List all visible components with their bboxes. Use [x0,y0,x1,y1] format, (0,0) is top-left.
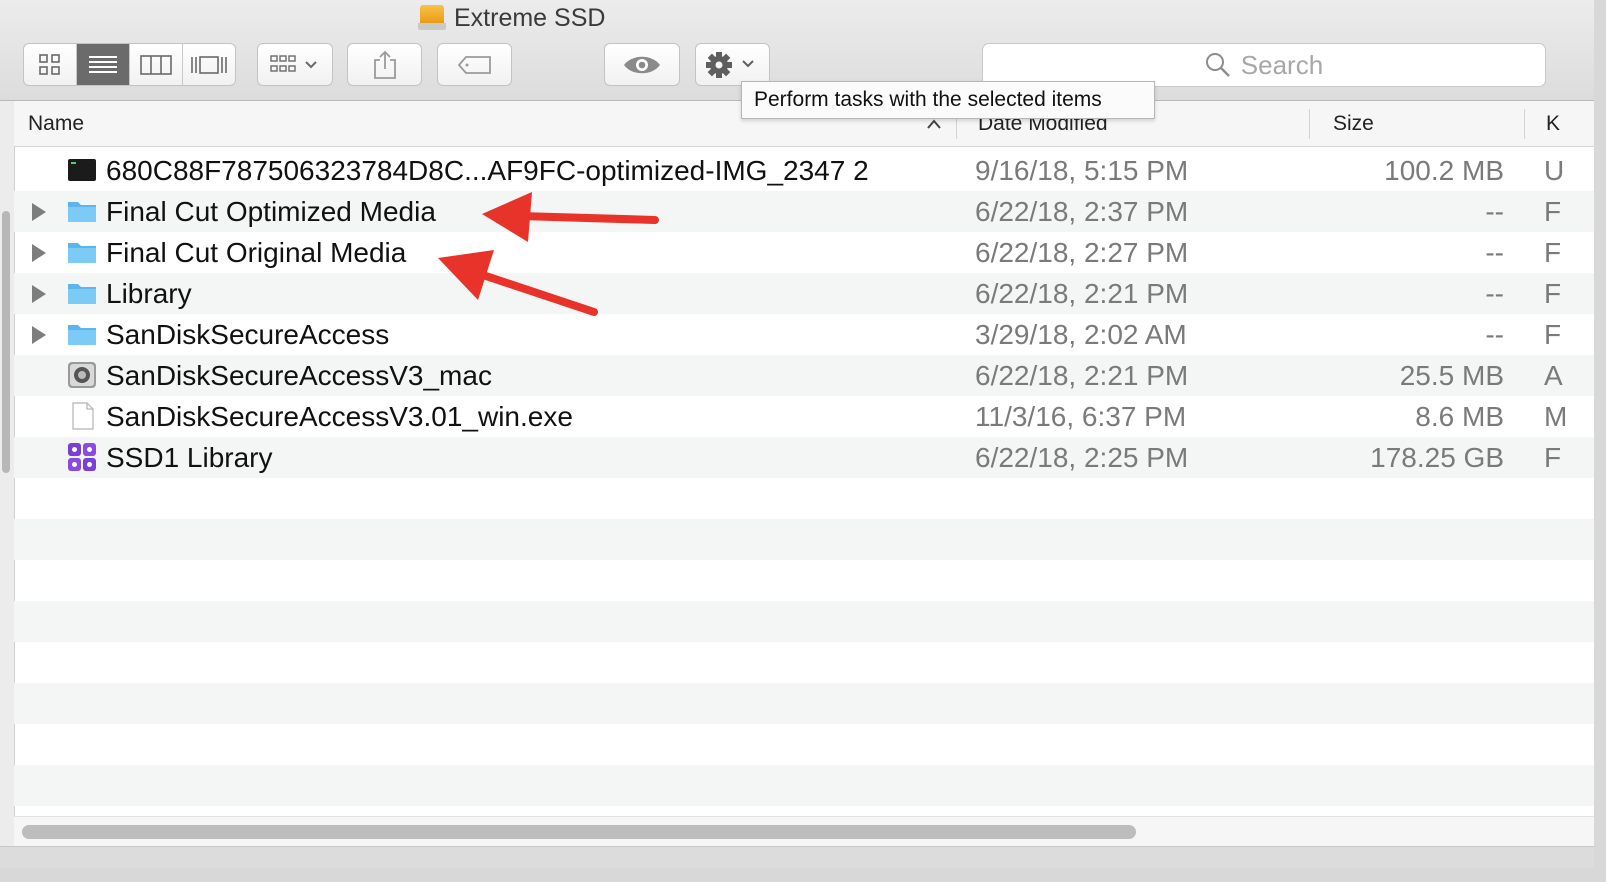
empty-row [14,642,1594,683]
arrange-button[interactable] [257,43,333,86]
file-size: 25.5 MB [1399,359,1504,391]
file-row[interactable]: SSD1 Library 6/22/18, 2:25 PM 178.25 GB … [14,437,1594,478]
file-name: 680C88F787506323784D8C...AF9FC-optimized… [106,154,869,186]
share-icon [373,50,396,79]
list-icon [89,55,117,73]
file-name: Library [106,277,192,309]
share-button[interactable] [347,43,422,86]
tags-button[interactable] [437,43,512,86]
action-button[interactable] [695,43,770,86]
window-title-text: Extreme SSD [454,3,606,32]
file-kind: F [1544,277,1562,309]
column-header-kind[interactable]: K [1546,101,1560,146]
file-name: SanDiskSecureAccessV3_mac [106,359,492,391]
column-divider[interactable] [1309,109,1310,139]
file-date: 6/22/18, 2:21 PM [975,359,1189,391]
columns-icon [140,54,172,75]
file-name: Final Cut Optimized Media [106,195,436,227]
fcp-library-icon [68,443,96,471]
empty-row [14,683,1594,724]
file-kind: F [1544,441,1562,473]
search-placeholder: Search [1240,49,1324,80]
document-icon [72,402,94,430]
file-row[interactable]: Final Cut Optimized Media 6/22/18, 2:37 … [14,191,1594,232]
folder-icon [68,325,96,345]
file-name: Final Cut Original Media [106,236,407,268]
horizontal-scrollbar[interactable] [14,816,1594,847]
file-name: SanDiskSecureAccess [106,318,390,350]
finder-window: Extreme SSD Search Perform tasks with th… [0,0,1594,868]
empty-row [14,560,1594,601]
quick-look-button[interactable] [604,43,680,86]
file-date: 6/22/18, 2:25 PM [975,441,1189,473]
file-size: 178.25 GB [1370,441,1504,473]
vertical-scroll-thumb[interactable] [2,211,10,473]
file-name: SSD1 Library [106,441,273,473]
file-kind: F [1544,195,1562,227]
file-size: 100.2 MB [1384,154,1504,186]
empty-row [14,765,1594,806]
column-header-name[interactable]: Name [28,101,84,146]
file-row[interactable]: SanDiskSecureAccess 3/29/18, 2:02 AM -- … [14,314,1594,355]
file-list: 680C88F787506323784D8C...AF9FC-optimized… [14,150,1594,816]
window-title: Extreme SSD [418,2,605,34]
file-kind: F [1544,236,1562,268]
file-size: -- [1485,195,1504,227]
file-date: 11/3/16, 6:37 PM [975,400,1187,432]
file-kind: U [1544,154,1565,186]
column-view-button[interactable] [130,44,183,85]
view-mode-segmented-control [23,43,236,86]
file-row[interactable]: 680C88F787506323784D8C...AF9FC-optimized… [14,150,1594,191]
file-date: 6/22/18, 2:27 PM [975,236,1189,268]
external-drive-icon [418,5,446,31]
file-date: 6/22/18, 2:21 PM [975,277,1189,309]
vertical-scrollbar[interactable] [0,101,15,868]
magnifier-icon [1205,53,1230,77]
empty-row [14,519,1594,560]
horizontal-scroll-thumb[interactable] [22,825,1136,839]
disclosure-triangle-icon[interactable] [32,285,46,303]
file-kind: F [1544,318,1562,350]
folder-icon [68,284,96,304]
file-size: 8.6 MB [1415,400,1504,432]
grid-icon [39,53,60,75]
folder-icon [68,243,96,263]
file-kind: A [1544,359,1563,391]
file-row[interactable]: Final Cut Original Media 6/22/18, 2:27 P… [14,232,1594,273]
list-view-button[interactable] [77,44,130,85]
app-icon [68,362,96,388]
file-size: -- [1485,277,1504,309]
file-date: 9/16/18, 5:15 PM [975,154,1189,186]
icon-view-button[interactable] [24,44,77,85]
disclosure-triangle-icon[interactable] [32,244,46,262]
gear-icon [705,51,754,78]
tooltip-text: Perform tasks with the selected items [754,88,1102,111]
file-size: -- [1485,236,1504,268]
file-size: -- [1485,318,1504,350]
file-row[interactable]: SanDiskSecureAccessV3_mac 6/22/18, 2:21 … [14,355,1594,396]
arrange-grid-icon [270,54,317,72]
empty-row [14,478,1594,519]
file-date: 6/22/18, 2:37 PM [975,195,1189,227]
action-tooltip: Perform tasks with the selected items [741,81,1155,119]
column-divider[interactable] [1524,109,1525,139]
disclosure-triangle-icon[interactable] [32,326,46,344]
file-date: 3/29/18, 2:02 AM [975,318,1187,350]
file-row[interactable]: Library 6/22/18, 2:21 PM -- F [14,273,1594,314]
folder-icon [68,202,96,222]
video-file-icon [68,159,96,181]
file-kind: M [1544,400,1568,432]
cover-flow-view-button[interactable] [183,44,235,85]
empty-row [14,601,1594,642]
column-header-size[interactable]: Size [1333,101,1374,146]
disclosure-triangle-icon[interactable] [32,203,46,221]
eye-icon [624,56,660,73]
status-bar [0,846,1594,868]
chevron-up-icon [927,118,941,129]
file-row[interactable]: SanDiskSecureAccessV3.01_win.exe 11/3/16… [14,396,1594,437]
file-name: SanDiskSecureAccessV3.01_win.exe [106,400,573,432]
empty-row [14,724,1594,765]
tag-icon [457,55,491,74]
cover-flow-icon [191,55,227,74]
